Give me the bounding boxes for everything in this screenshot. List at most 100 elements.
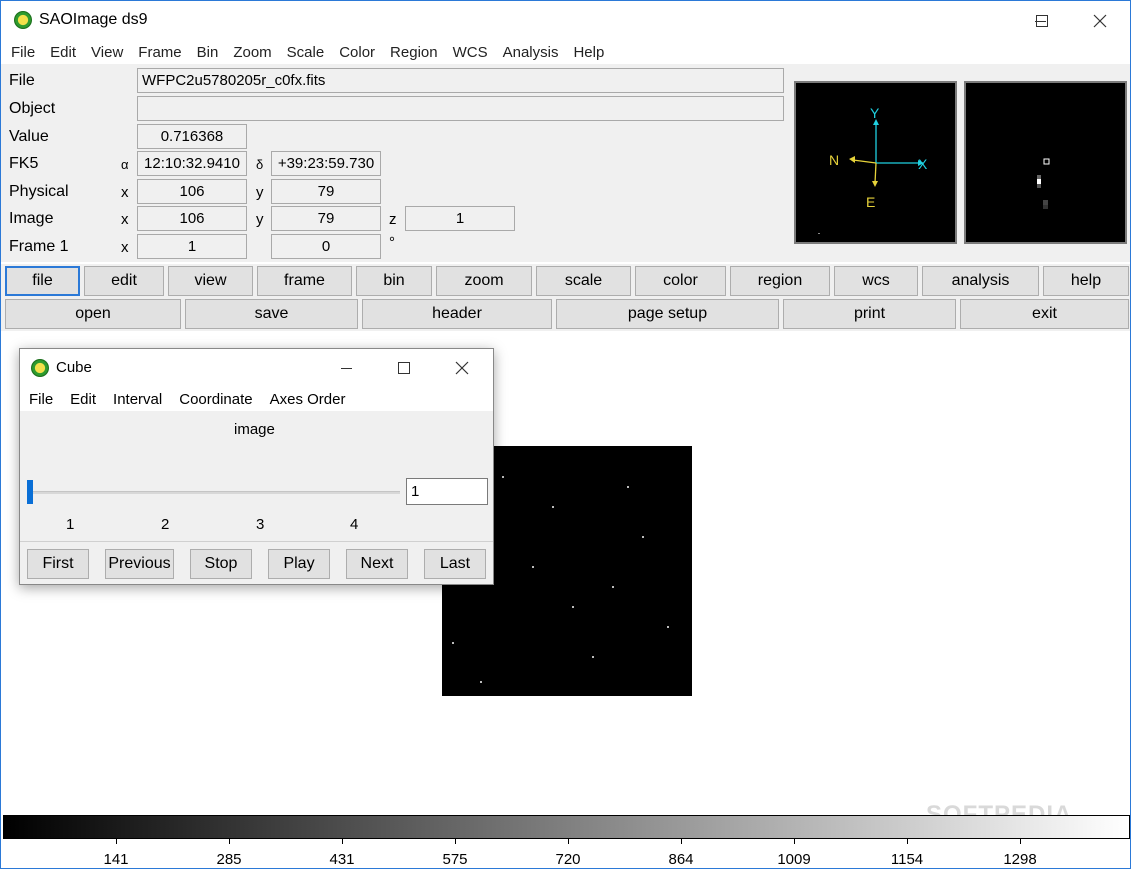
cube-slider-thumb[interactable]	[27, 480, 33, 504]
object-field	[137, 96, 784, 121]
menu-analysis[interactable]: Analysis	[503, 44, 559, 61]
cube-play-button[interactable]: Play	[268, 549, 330, 579]
menu-frame[interactable]: Frame	[138, 44, 181, 61]
cube-close-button[interactable]	[436, 349, 488, 387]
image-star	[572, 606, 574, 608]
cube-last-button[interactable]: Last	[424, 549, 486, 579]
btn-zoom[interactable]: zoom	[436, 266, 532, 296]
image-star	[642, 536, 644, 538]
btn-scale[interactable]: scale	[536, 266, 631, 296]
value-label: Value	[9, 128, 49, 145]
image-star	[502, 476, 504, 478]
colorbar-tick	[907, 839, 908, 844]
btn-file[interactable]: file	[5, 266, 80, 296]
menu-wcs[interactable]: WCS	[453, 44, 488, 61]
colorbar-tick-label: 864	[668, 851, 694, 868]
maximize-button[interactable]	[1019, 1, 1065, 40]
colorbar-tick	[116, 839, 117, 844]
cube-slider-label: 1	[66, 516, 75, 533]
btn-color[interactable]: color	[635, 266, 726, 296]
frame-label: Frame 1	[9, 238, 69, 255]
cube-menu-interval[interactable]: Interval	[113, 391, 162, 408]
close-icon	[1093, 14, 1107, 27]
btn-help[interactable]: help	[1043, 266, 1129, 296]
colorbar-tick-label: 141	[103, 851, 129, 868]
cube-menu-edit[interactable]: Edit	[70, 391, 96, 408]
delta-label: δ	[256, 157, 264, 172]
physical-x-label: x	[121, 184, 129, 201]
file-label: File	[9, 72, 35, 89]
btn-bin[interactable]: bin	[356, 266, 432, 296]
menu-help[interactable]: Help	[573, 44, 604, 61]
colorbar-tick	[229, 839, 230, 844]
colorbar-tick-label: 720	[555, 851, 581, 868]
compass-east-label: E	[866, 194, 875, 210]
colorbar-ticks: 141 285 431 575 720 864 1009 1154 1298	[3, 839, 1130, 868]
menu-edit[interactable]: Edit	[50, 44, 76, 61]
btn-open[interactable]: open	[5, 299, 181, 329]
menu-scale[interactable]: Scale	[287, 44, 325, 61]
colorbar-tick-label: 1009	[777, 851, 811, 868]
button-bar: file edit view frame bin zoom scale colo…	[1, 264, 1130, 298]
cube-menu-coordinate[interactable]: Coordinate	[179, 391, 252, 408]
colorbar[interactable]	[3, 815, 1130, 839]
frame-x-label: x	[121, 239, 129, 256]
btn-view[interactable]: view	[168, 266, 253, 296]
btn-region[interactable]: region	[730, 266, 830, 296]
colorbar-tick	[1020, 839, 1021, 844]
minimize-icon	[341, 368, 352, 369]
menu-bin[interactable]: Bin	[197, 44, 219, 61]
dec-field: +39:23:59.730	[271, 151, 381, 176]
cube-axis-label: image	[234, 421, 275, 438]
close-button[interactable]	[1077, 1, 1123, 40]
colorbar-tick	[794, 839, 795, 844]
close-icon	[455, 361, 469, 375]
cube-minimize-button[interactable]	[321, 349, 373, 387]
image-star	[452, 642, 454, 644]
btn-page-setup[interactable]: page setup	[556, 299, 779, 329]
cube-previous-button[interactable]: Previous	[105, 549, 174, 579]
btn-wcs[interactable]: wcs	[834, 266, 918, 296]
colorbar-tick	[568, 839, 569, 844]
cube-next-button[interactable]: Next	[346, 549, 408, 579]
cube-first-button[interactable]: First	[27, 549, 89, 579]
fk5-label: FK5	[9, 155, 39, 172]
maximize-icon	[398, 362, 410, 374]
menu-color[interactable]: Color	[339, 44, 375, 61]
panner-view[interactable]: X Y N E	[794, 81, 957, 244]
cube-slider-track[interactable]	[30, 491, 400, 494]
btn-save[interactable]: save	[185, 299, 358, 329]
compass-east-axis	[874, 162, 877, 184]
image-label: Image	[9, 210, 54, 227]
info-panel: File WFPC2u5780205r_c0fx.fits Object Val…	[1, 64, 1130, 262]
btn-frame[interactable]: frame	[257, 266, 352, 296]
cube-slice-input[interactable]: 1	[406, 478, 488, 505]
cube-dialog: Cube File Edit Interval Coordinate Axes …	[19, 348, 494, 585]
menu-view[interactable]: View	[91, 44, 123, 61]
image-star	[667, 626, 669, 628]
cube-menu-file[interactable]: File	[29, 391, 53, 408]
image-star	[592, 656, 594, 658]
menu-file[interactable]: File	[11, 44, 35, 61]
btn-header[interactable]: header	[362, 299, 552, 329]
cube-stop-button[interactable]: Stop	[190, 549, 252, 579]
ra-field: 12:10:32.9410	[137, 151, 247, 176]
cube-slider-label: 2	[161, 516, 170, 533]
file-sub-bar: open save header page setup print exit	[1, 297, 1130, 331]
magnifier-pixel	[1043, 200, 1048, 205]
physical-y-field: 79	[271, 179, 381, 204]
cube-maximize-button[interactable]	[378, 349, 430, 387]
btn-analysis[interactable]: analysis	[922, 266, 1039, 296]
cube-menu-axes-order[interactable]: Axes Order	[270, 391, 346, 408]
cube-title-bar: Cube	[20, 349, 493, 387]
btn-print[interactable]: print	[783, 299, 956, 329]
compass-east-arrow	[872, 181, 878, 187]
image-y-label: y	[256, 211, 264, 228]
menu-region[interactable]: Region	[390, 44, 438, 61]
menu-zoom[interactable]: Zoom	[233, 44, 271, 61]
btn-edit[interactable]: edit	[84, 266, 164, 296]
btn-exit[interactable]: exit	[960, 299, 1129, 329]
cube-slider-label: 3	[256, 516, 265, 533]
cube-separator	[20, 541, 493, 542]
compass-north-arrow	[849, 156, 855, 163]
